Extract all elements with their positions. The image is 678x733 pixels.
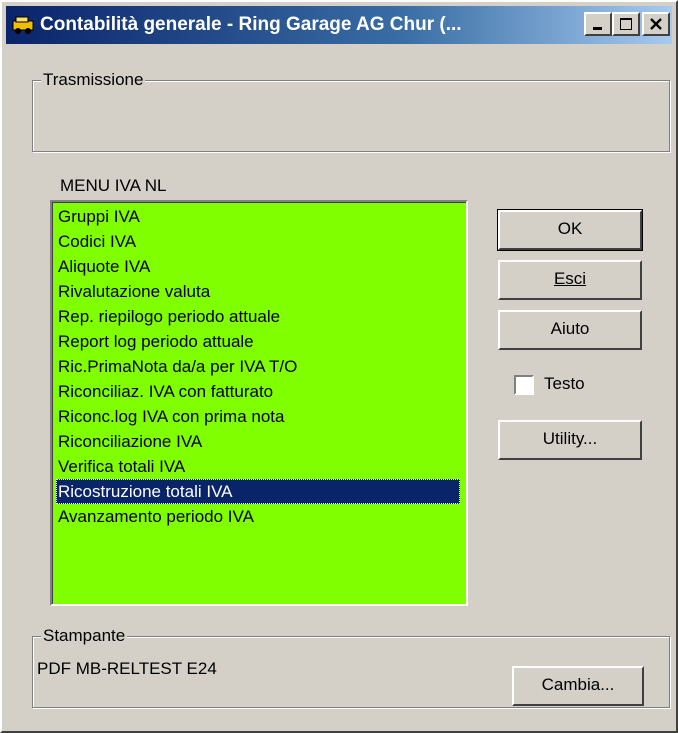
list-item[interactable]: Rep. riepilogo periodo attuale xyxy=(56,304,282,329)
help-button[interactable]: Aiuto xyxy=(498,310,642,350)
utility-button-label: Utility... xyxy=(542,429,598,448)
transmission-label: Trasmissione xyxy=(41,70,146,90)
list-item[interactable]: Rivalutazione valuta xyxy=(56,279,212,304)
list-item[interactable]: Gruppi IVA xyxy=(56,204,142,229)
close-icon xyxy=(650,18,662,30)
utility-button[interactable]: Utility... xyxy=(498,420,642,460)
exit-button[interactable]: Esci xyxy=(498,260,642,300)
menu-listbox[interactable]: Gruppi IVA Codici IVA Aliquote IVA Rival… xyxy=(50,200,468,606)
list-item[interactable]: Ric.PrimaNota da/a per IVA T/O xyxy=(56,354,299,379)
list-item[interactable]: Riconc.log IVA con prima nota xyxy=(56,404,286,429)
text-checkbox[interactable] xyxy=(514,375,534,395)
title-bar[interactable]: Contabilità generale - Ring Garage AG Ch… xyxy=(6,6,672,44)
close-button[interactable] xyxy=(642,12,670,36)
dialog-window: Contabilità generale - Ring Garage AG Ch… xyxy=(0,0,678,733)
maximize-icon xyxy=(620,18,632,30)
list-item[interactable]: Report log periodo attuale xyxy=(56,329,256,354)
list-item[interactable]: Riconciliazione IVA xyxy=(56,429,204,454)
window-title: Contabilità generale - Ring Garage AG Ch… xyxy=(40,14,462,35)
printer-name: PDF MB-RELTEST E24 xyxy=(37,659,217,678)
exit-button-label: Esci xyxy=(553,269,587,288)
list-item[interactable]: Riconciliaz. IVA con fatturato xyxy=(56,379,275,404)
car-icon xyxy=(12,16,34,34)
change-printer-button-label: Cambia... xyxy=(541,675,615,694)
list-item[interactable]: Verifica totali IVA xyxy=(56,454,187,479)
minimize-icon xyxy=(593,27,602,30)
list-item[interactable]: Avanzamento periodo IVA xyxy=(56,504,256,529)
transmission-group: Trasmissione xyxy=(32,70,670,152)
list-item[interactable]: Codici IVA xyxy=(56,229,138,254)
ok-button[interactable]: OK xyxy=(497,209,643,251)
minimize-button[interactable] xyxy=(584,12,612,36)
list-item[interactable]: Aliquote IVA xyxy=(56,254,152,279)
text-checkbox-label[interactable]: Testo xyxy=(544,374,585,394)
printer-label: Stampante xyxy=(41,626,128,646)
ok-button-label: OK xyxy=(557,219,583,238)
maximize-button[interactable] xyxy=(612,12,640,36)
list-item-selected[interactable]: Ricostruzione totali IVA xyxy=(56,479,460,504)
help-button-label: Aiuto xyxy=(550,319,590,338)
menu-title: MENU IVA NL xyxy=(60,176,167,195)
change-printer-button[interactable]: Cambia... xyxy=(512,666,644,706)
